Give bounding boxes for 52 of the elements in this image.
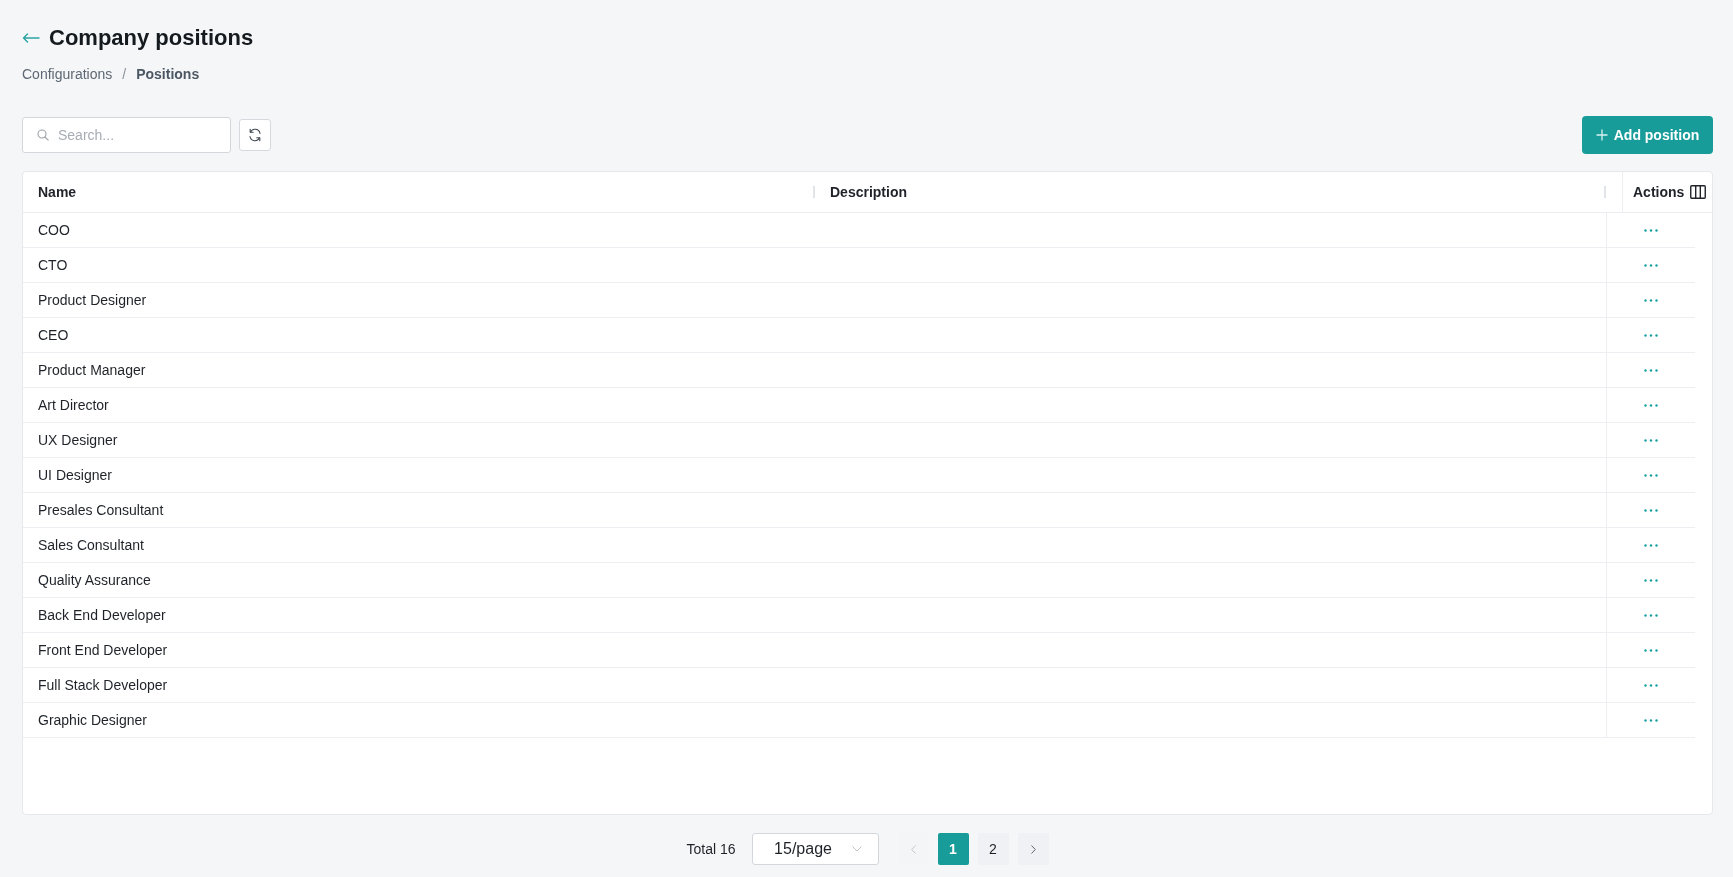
table-cell: Front End Developer xyxy=(38,642,168,658)
more-icon[interactable] xyxy=(1644,368,1658,372)
table-cell: COO xyxy=(38,222,70,238)
more-icon[interactable] xyxy=(1644,403,1658,407)
column-header: Description xyxy=(830,184,907,200)
page-button[interactable]: 2 xyxy=(977,833,1009,865)
chevron-right-icon xyxy=(1030,844,1036,854)
add-position-button[interactable]: Add position xyxy=(1582,116,1713,154)
breadcrumb-current: Positions xyxy=(136,65,200,84)
more-icon[interactable] xyxy=(1644,228,1658,232)
page-button[interactable]: 1 xyxy=(937,833,969,865)
table-cell: Product Manager xyxy=(38,362,146,378)
table-cell: Graphic Designer xyxy=(38,712,147,728)
more-icon[interactable] xyxy=(1644,718,1658,722)
more-icon[interactable] xyxy=(1644,613,1658,617)
breadcrumb-separator: / xyxy=(122,65,127,84)
more-icon[interactable] xyxy=(1644,543,1658,547)
page-title: Company positions xyxy=(49,24,254,52)
table-cell: Art Director xyxy=(38,397,109,413)
total-count: Total 16 xyxy=(686,841,736,857)
column-header: Name xyxy=(38,184,77,200)
search-field[interactable]: Search... xyxy=(22,117,231,153)
table-cell: Quality Assurance xyxy=(38,572,151,588)
plus-icon xyxy=(1595,129,1608,141)
column-header: Actions xyxy=(1633,184,1685,200)
table-cell: Sales Consultant xyxy=(38,537,144,553)
columns-icon[interactable] xyxy=(1690,185,1707,199)
back-arrow-icon[interactable] xyxy=(22,33,40,43)
table-cell: Product Designer xyxy=(38,292,147,308)
breadcrumb-link[interactable]: Configurations xyxy=(22,64,113,84)
table-cell: Back End Developer xyxy=(38,607,166,623)
more-icon[interactable] xyxy=(1644,648,1658,652)
table-cell: UI Designer xyxy=(38,467,112,483)
more-icon[interactable] xyxy=(1644,333,1658,337)
more-icon[interactable] xyxy=(1644,298,1658,302)
table-cell: CTO xyxy=(38,257,68,273)
refresh-button[interactable] xyxy=(239,119,271,151)
table-cell: Full Stack Developer xyxy=(38,677,168,693)
more-icon[interactable] xyxy=(1644,578,1658,582)
caret-icon xyxy=(851,846,862,852)
table-cell: CEO xyxy=(38,327,69,343)
refresh-icon xyxy=(248,128,262,142)
more-icon[interactable] xyxy=(1644,263,1658,267)
more-icon[interactable] xyxy=(1644,438,1658,442)
table-cell: Presales Consultant xyxy=(38,502,164,518)
table-cell: UX Designer xyxy=(38,432,118,448)
page-size-select[interactable]: 15/page xyxy=(751,833,879,865)
chevron-left-icon xyxy=(910,844,916,854)
more-icon[interactable] xyxy=(1644,683,1658,687)
more-icon[interactable] xyxy=(1644,508,1658,512)
search-icon xyxy=(37,129,49,141)
more-icon[interactable] xyxy=(1644,473,1658,477)
